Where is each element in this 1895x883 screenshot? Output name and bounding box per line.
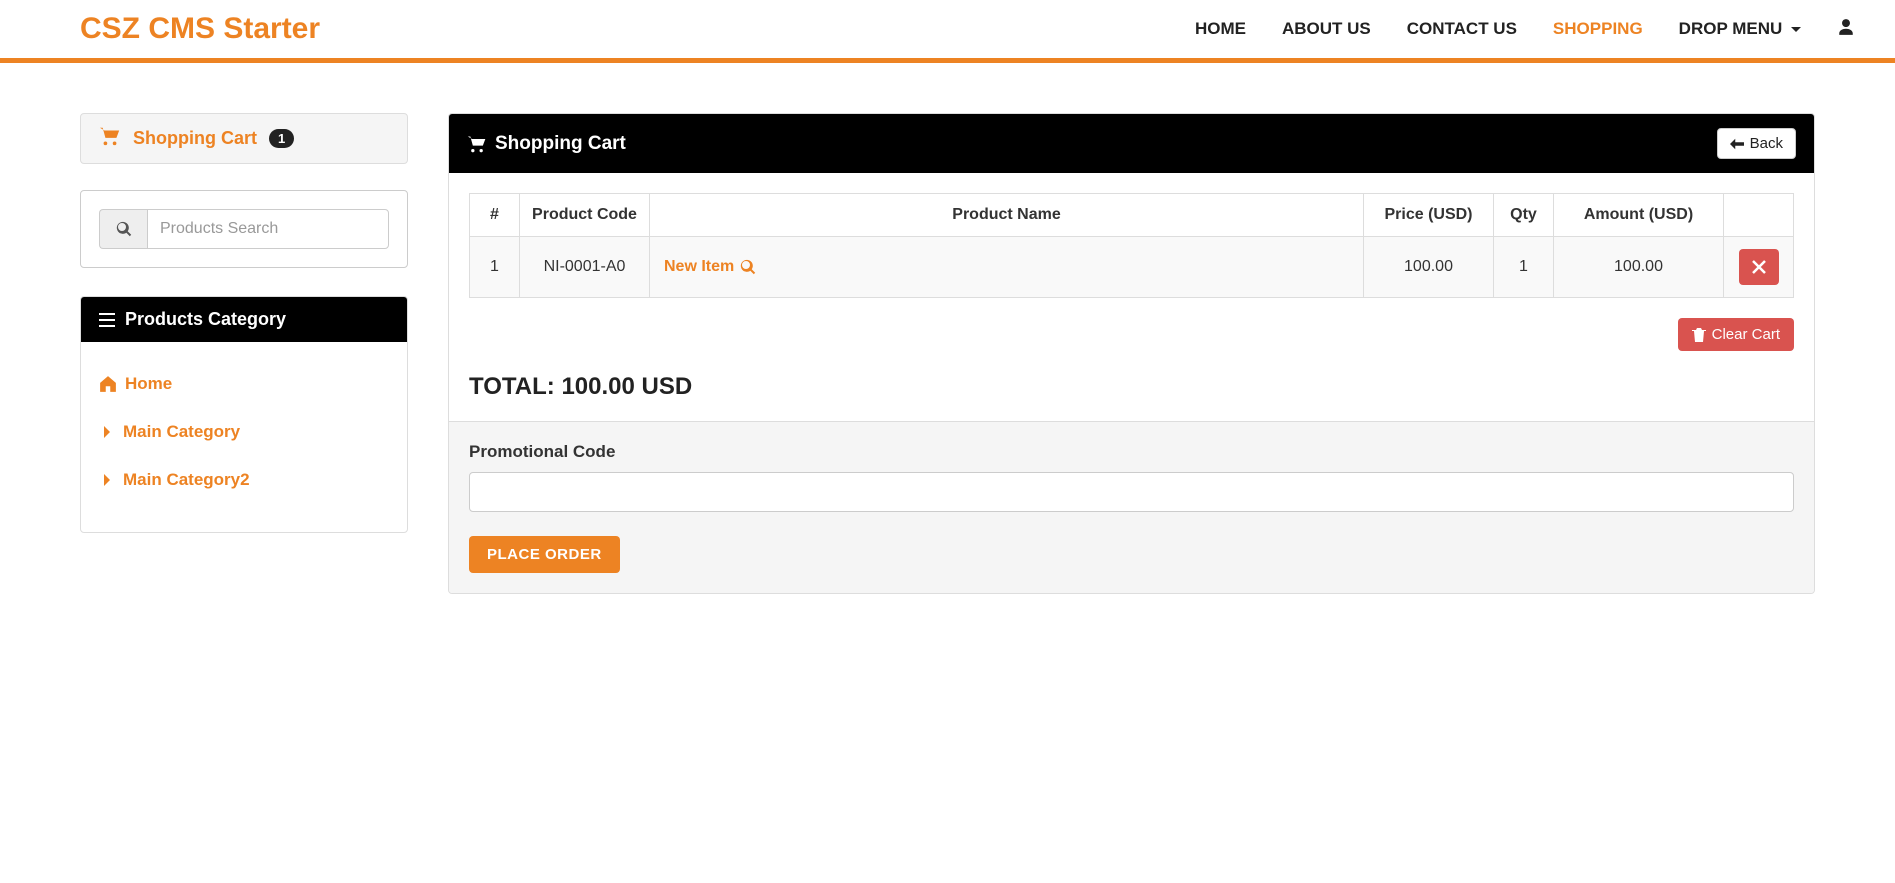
menu-icon xyxy=(99,313,115,327)
sidebar: Shopping Cart 1 Products Category Home xyxy=(80,113,408,533)
clear-cart-button[interactable]: Clear Cart xyxy=(1678,318,1794,351)
brand[interactable]: CSZ CMS Starter xyxy=(80,12,320,46)
cell-code: NI-0001-A0 xyxy=(520,237,650,298)
cart-count-badge: 1 xyxy=(269,129,294,148)
caret-right-icon xyxy=(99,424,115,440)
nav-shopping[interactable]: SHOPPING xyxy=(1553,19,1643,39)
promo-label: Promotional Code xyxy=(469,442,1794,462)
product-link[interactable]: New Item xyxy=(664,258,756,276)
col-name: Product Name xyxy=(650,194,1364,237)
user-icon[interactable] xyxy=(1837,18,1855,41)
nav-home[interactable]: HOME xyxy=(1195,19,1246,39)
nav-drop-menu[interactable]: DROP MENU xyxy=(1679,19,1801,39)
nav-contact[interactable]: CONTACT US xyxy=(1407,19,1517,39)
cart-table: # Product Code Product Name Price (USD) … xyxy=(469,193,1794,298)
col-num: # xyxy=(470,194,520,237)
cell-price: 100.00 xyxy=(1364,237,1494,298)
category-panel: Products Category Home Main Category Mai… xyxy=(80,296,408,533)
total-line: TOTAL: 100.00 USD xyxy=(469,373,1794,401)
col-amount: Amount (USD) xyxy=(1554,194,1724,237)
close-icon xyxy=(1752,260,1766,274)
cart-icon xyxy=(467,135,487,153)
panel-title: Shopping Cart xyxy=(467,133,626,155)
cell-actions xyxy=(1724,237,1794,298)
top-nav: HOME ABOUT US CONTACT US SHOPPING DROP M… xyxy=(1195,18,1855,41)
col-qty: Qty xyxy=(1494,194,1554,237)
back-button[interactable]: Back xyxy=(1717,128,1796,159)
search-icon xyxy=(740,259,756,275)
cart-widget-label: Shopping Cart xyxy=(133,128,257,149)
cart-widget[interactable]: Shopping Cart 1 xyxy=(80,113,408,164)
caret-right-icon xyxy=(99,472,115,488)
arrow-left-icon xyxy=(1730,138,1744,150)
cell-qty: 1 xyxy=(1494,237,1554,298)
cell-amount: 100.00 xyxy=(1554,237,1724,298)
chevron-down-icon xyxy=(1791,27,1801,32)
cell-name: New Item xyxy=(650,237,1364,298)
cell-num: 1 xyxy=(470,237,520,298)
search-input[interactable] xyxy=(147,209,389,249)
home-icon xyxy=(99,375,117,393)
trash-icon xyxy=(1692,328,1706,342)
category-home[interactable]: Home xyxy=(99,360,389,408)
search-panel xyxy=(80,190,408,268)
cart-icon xyxy=(99,126,121,151)
promo-code-input[interactable] xyxy=(469,472,1794,512)
col-actions xyxy=(1724,194,1794,237)
delete-row-button[interactable] xyxy=(1739,249,1779,285)
main-panel: Shopping Cart Back # Product Code Produc… xyxy=(448,113,1815,594)
nav-about[interactable]: ABOUT US xyxy=(1282,19,1371,39)
category-main2[interactable]: Main Category2 xyxy=(99,456,389,504)
place-order-button[interactable]: PLACE ORDER xyxy=(469,536,620,573)
search-icon xyxy=(99,209,147,249)
category-main[interactable]: Main Category xyxy=(99,408,389,456)
table-row: 1 NI-0001-A0 New Item 100.00 1 100.00 xyxy=(470,237,1794,298)
category-header: Products Category xyxy=(81,297,407,342)
col-code: Product Code xyxy=(520,194,650,237)
col-price: Price (USD) xyxy=(1364,194,1494,237)
